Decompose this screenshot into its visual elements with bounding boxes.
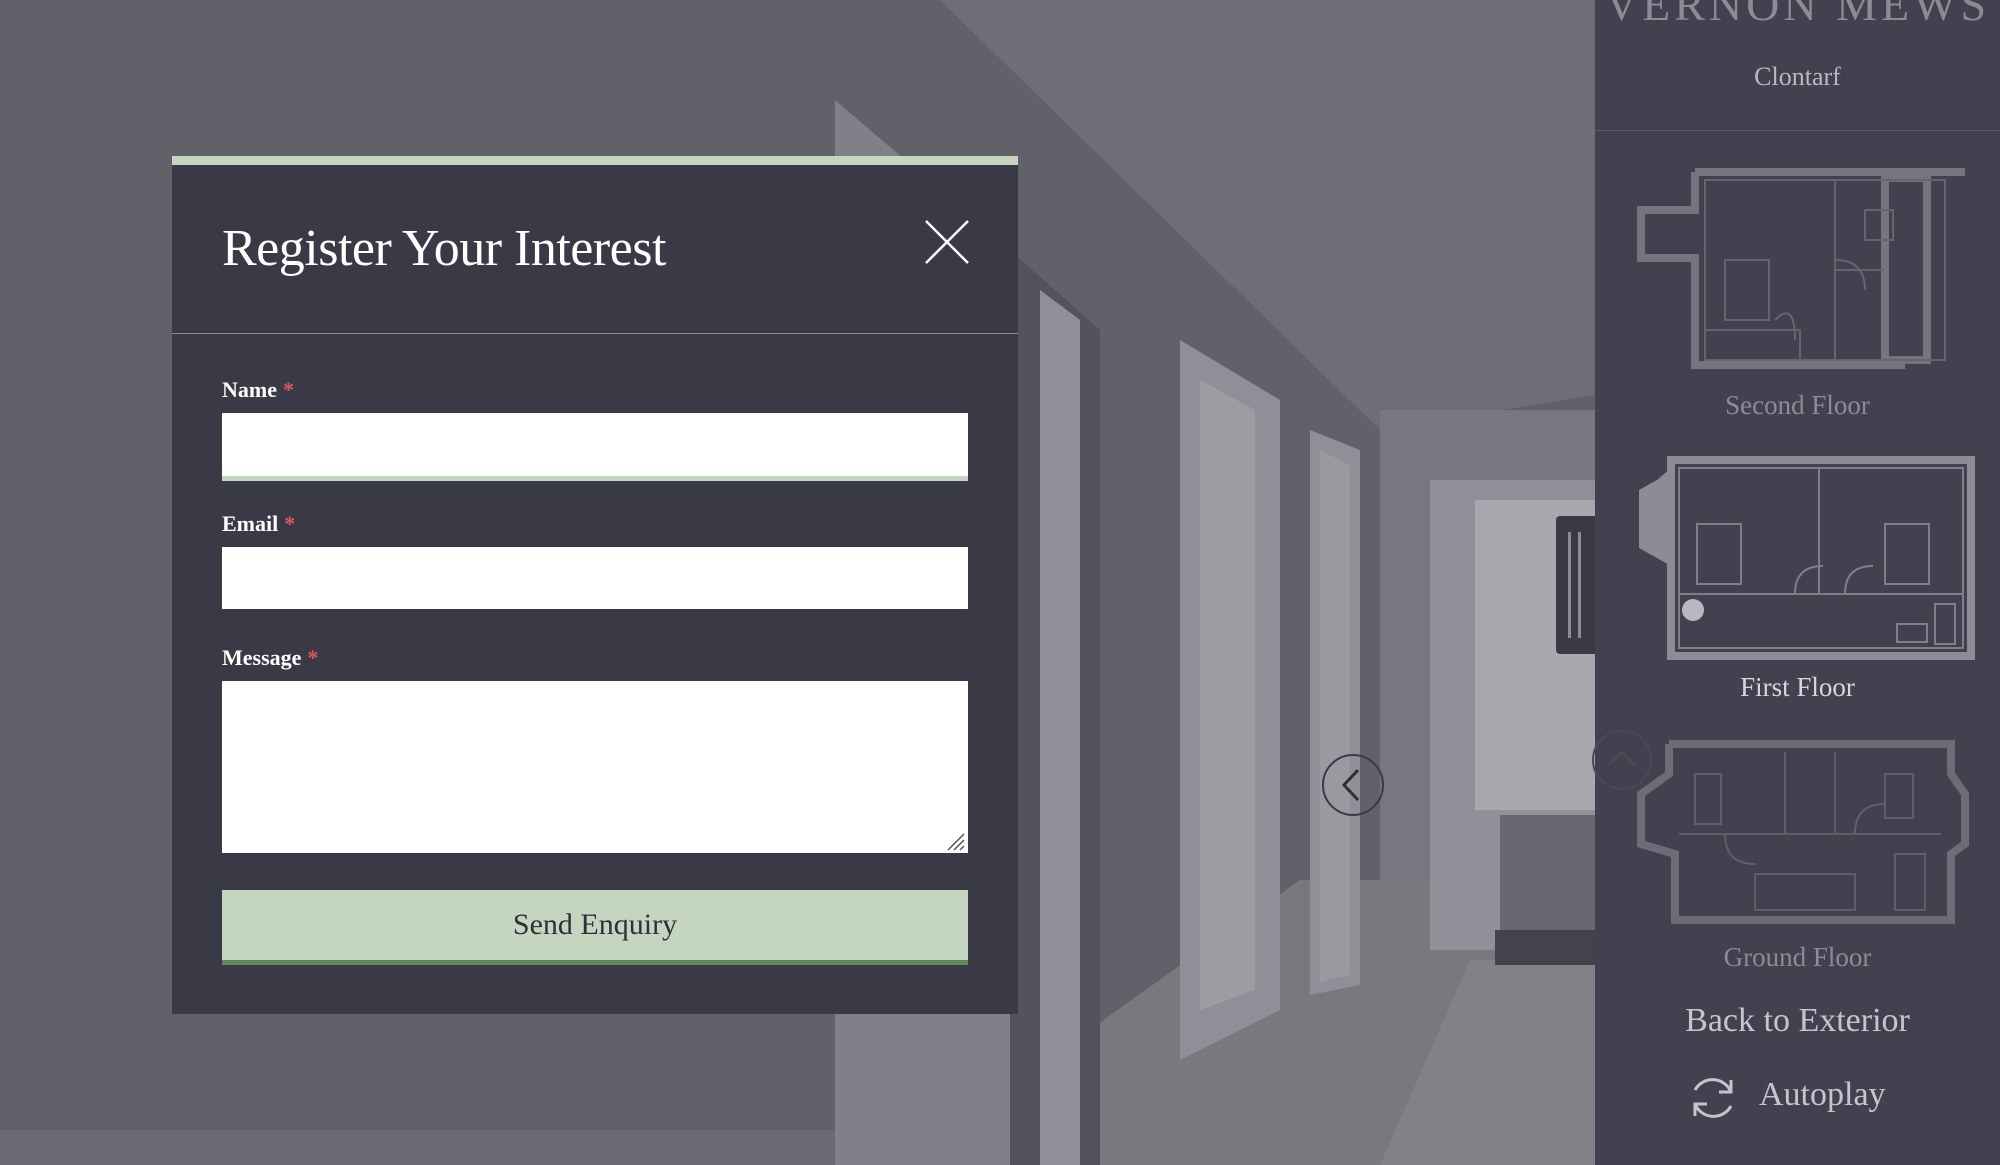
divider	[1595, 130, 2000, 131]
autoplay-toggle[interactable]: Autoplay	[1685, 1070, 1945, 1126]
floor-label-second[interactable]: Second Floor	[1595, 390, 2000, 421]
nav-up-hotspot[interactable]	[1592, 730, 1652, 790]
name-label: Name *	[222, 377, 294, 403]
development-name: VERNON MEWS	[1604, 0, 1991, 30]
floor-label-ground[interactable]: Ground Floor	[1595, 942, 2000, 973]
position-dot-icon	[1682, 599, 1704, 621]
register-interest-modal: Register Your Interest Name * Email * Mess…	[172, 156, 1018, 1014]
required-marker: *	[307, 645, 319, 670]
chevron-left-icon	[1341, 768, 1360, 802]
message-label-text: Message	[222, 645, 302, 670]
sidebar-toggle-tab[interactable]	[1556, 516, 1596, 654]
send-enquiry-button[interactable]: Send Enquiry	[222, 890, 968, 965]
location-label: Clontarf	[1754, 62, 1841, 91]
close-button[interactable]	[924, 219, 970, 265]
message-field[interactable]	[222, 681, 968, 853]
message-label: Message *	[222, 645, 318, 671]
resize-grip-icon[interactable]	[944, 830, 966, 852]
second-floor-plan[interactable]	[1635, 160, 1965, 375]
refresh-icon	[1693, 1078, 1733, 1118]
name-field[interactable]	[222, 413, 968, 481]
back-to-exterior-link[interactable]: Back to Exterior	[1595, 1002, 2000, 1040]
required-marker: *	[282, 377, 294, 402]
floor-plan-sidebar: VERNON MEWS Clontarf Second Floor First …	[1595, 0, 2000, 1165]
email-label: Email *	[222, 511, 295, 537]
modal-header: Register Your Interest	[172, 165, 1018, 334]
first-floor-plan[interactable]	[1635, 454, 1975, 664]
modal-title: Register Your Interest	[222, 220, 666, 277]
chevron-up-icon	[1607, 750, 1637, 767]
close-icon	[925, 220, 969, 264]
floor-label-first[interactable]: First Floor	[1595, 672, 2000, 703]
name-label-text: Name	[222, 377, 277, 402]
nav-left-hotspot[interactable]	[1322, 754, 1384, 816]
ground-floor-plan[interactable]	[1635, 734, 1975, 929]
email-field[interactable]	[222, 547, 968, 609]
email-label-text: Email	[222, 511, 279, 536]
required-marker: *	[284, 511, 296, 536]
autoplay-label: Autoplay	[1759, 1076, 1886, 1113]
